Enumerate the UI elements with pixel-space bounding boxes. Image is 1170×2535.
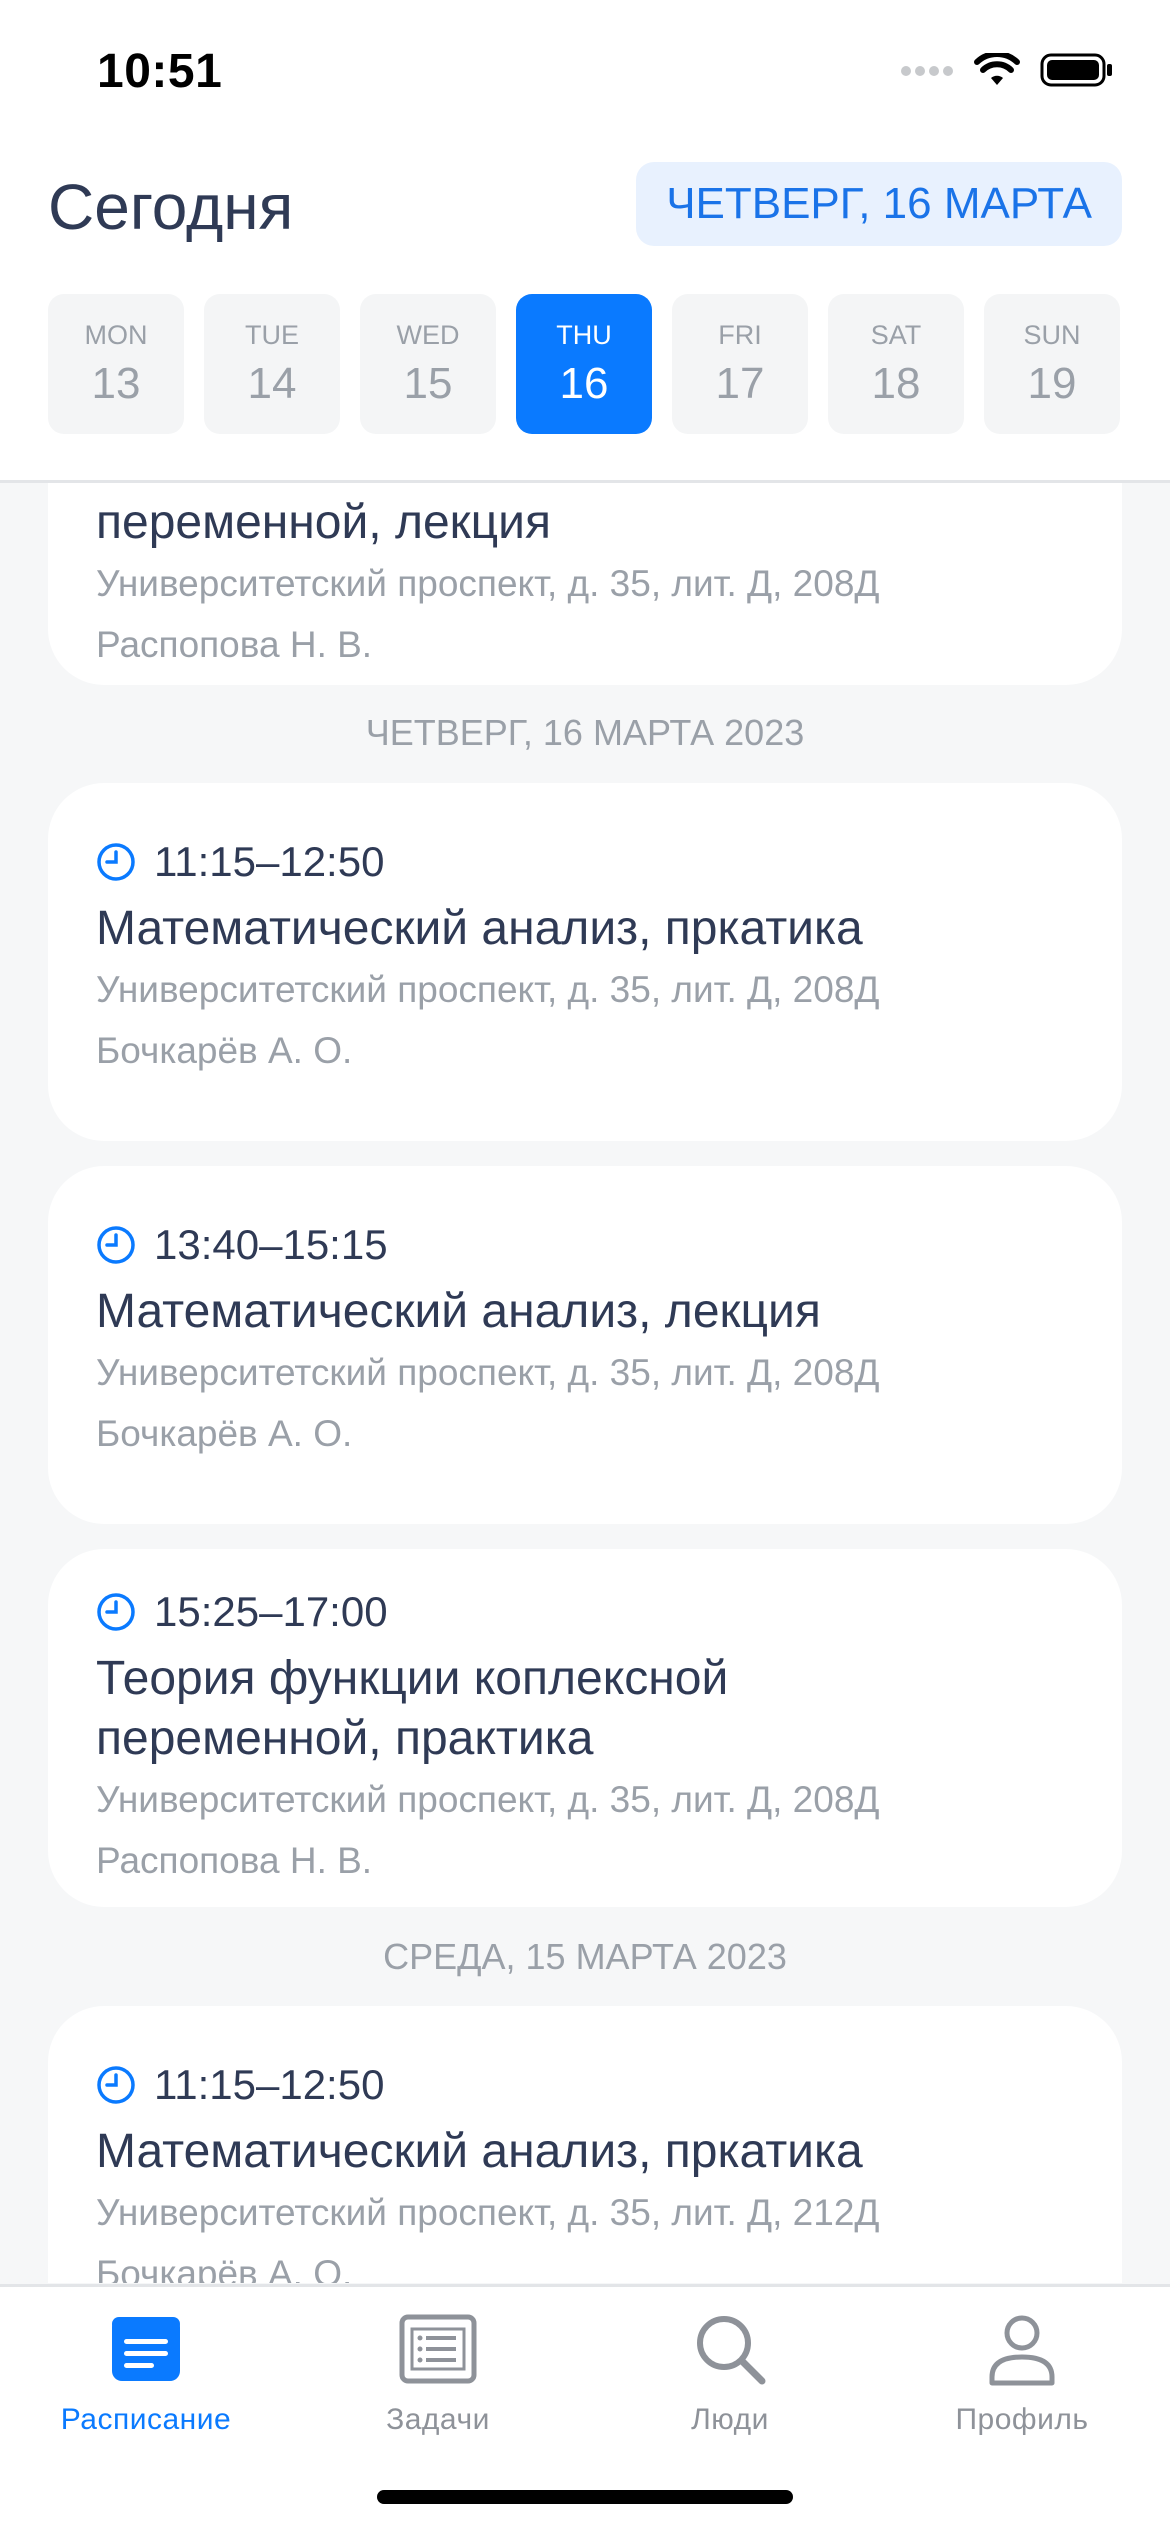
tab-label: Люди bbox=[691, 2403, 769, 2436]
lesson-time-row: 11:15–12:50 bbox=[96, 2056, 1122, 2114]
signal-icon bbox=[900, 64, 954, 82]
tab-schedule[interactable]: Расписание bbox=[0, 2309, 292, 2437]
lesson-time: 13:40–15:15 bbox=[154, 1221, 388, 1268]
lesson-location: Университетский проспект, д. 35, лит. Д,… bbox=[96, 2192, 880, 2233]
day-name: SUN bbox=[1023, 319, 1081, 350]
day-thu[interactable]: THU 16 bbox=[516, 294, 652, 434]
day-sun[interactable]: SUN 19 bbox=[984, 294, 1120, 434]
day-number: 16 bbox=[559, 358, 609, 408]
tab-tasks[interactable]: Задачи bbox=[292, 2309, 584, 2437]
day-tue[interactable]: TUE 14 bbox=[204, 294, 340, 434]
tab-label: Профиль bbox=[955, 2403, 1089, 2436]
lesson-teacher: Бочкарёв А. О. bbox=[96, 2253, 353, 2283]
title-row: Сегодня ЧЕТВЕРГ, 16 МАРТА bbox=[0, 150, 1170, 260]
lesson-subject: Математический анализ, пркатика bbox=[96, 2125, 863, 2178]
lesson-teacher: Бочкарёв А. О. bbox=[96, 1413, 353, 1454]
day-name: WED bbox=[396, 319, 460, 350]
status-bar: 10:51 bbox=[0, 0, 1170, 150]
day-number: 13 bbox=[91, 358, 141, 408]
lesson-location: Университетский проспект, д. 35, лит. Д,… bbox=[96, 1352, 880, 1393]
lesson-time-row: 11:15–12:50 bbox=[96, 833, 1122, 891]
day-name: FRI bbox=[718, 319, 762, 350]
lesson-subject-line-1: Теория функции коплексной bbox=[96, 1652, 729, 1705]
lesson-teacher: Распопова Н. В. bbox=[96, 1840, 373, 1881]
day-name: SAT bbox=[870, 319, 922, 350]
day-wed[interactable]: WED 15 bbox=[360, 294, 496, 434]
home-indicator[interactable] bbox=[377, 2490, 793, 2504]
day-number: 15 bbox=[403, 358, 453, 408]
schedule-list[interactable]: переменной, лекция Университетский просп… bbox=[0, 483, 1170, 2283]
tab-label: Задачи bbox=[386, 2403, 490, 2436]
lesson-time-row: 13:40–15:15 bbox=[96, 1216, 1122, 1274]
day-name: TUE bbox=[245, 319, 299, 350]
day-name: MON bbox=[84, 319, 148, 350]
day-number: 14 bbox=[247, 358, 297, 408]
status-time: 10:51 bbox=[97, 45, 223, 98]
lesson-time: 15:25–17:00 bbox=[154, 1588, 388, 1635]
lesson-subject: переменной, лекция bbox=[96, 496, 551, 549]
lesson-card[interactable]: 13:40–15:15 Математический анализ, лекци… bbox=[48, 1166, 1122, 1524]
status-icons bbox=[900, 51, 1114, 93]
date-header: СРЕДА, 15 МАРТА 2023 bbox=[383, 1936, 787, 1977]
day-sat[interactable]: SAT 18 bbox=[828, 294, 964, 434]
lesson-teacher: Распопова Н. В. bbox=[96, 624, 373, 665]
week-selector: MON 13 TUE 14 WED 15 THU 16 FRI 17 SAT 1… bbox=[48, 294, 1120, 434]
lesson-subject: Математический анализ, лекция bbox=[96, 1285, 821, 1338]
day-number: 19 bbox=[1027, 358, 1077, 408]
lesson-card[interactable]: переменной, лекция Университетский просп… bbox=[48, 483, 1122, 685]
day-number: 18 bbox=[871, 358, 921, 408]
tasks-icon bbox=[399, 2314, 477, 2384]
lesson-time-row: 15:25–17:00 bbox=[96, 1583, 1122, 1641]
profile-icon bbox=[989, 2315, 1055, 2386]
clock-icon bbox=[97, 1226, 135, 1264]
tab-profile[interactable]: Профиль bbox=[876, 2309, 1168, 2437]
clock-icon bbox=[97, 1593, 135, 1631]
date-header: ЧЕТВЕРГ, 16 МАРТА 2023 bbox=[365, 712, 805, 753]
clock-icon bbox=[97, 2066, 135, 2104]
lesson-location: Университетский проспект, д. 35, лит. Д,… bbox=[96, 1779, 880, 1820]
header: 10:51 Сегодня ЧЕТВЕРГ, 16 МАРТА MON 13 T… bbox=[0, 0, 1170, 483]
clock-icon bbox=[97, 843, 135, 881]
lesson-card[interactable]: 11:15–12:50 Математический анализ, пркат… bbox=[48, 2006, 1122, 2283]
schedule-icon bbox=[112, 2317, 180, 2381]
lesson-time: 11:15–12:50 bbox=[154, 838, 385, 885]
battery-icon bbox=[1040, 52, 1114, 93]
lesson-location: Университетский проспект, д. 35, лит. Д,… bbox=[96, 969, 880, 1010]
day-number: 17 bbox=[715, 358, 765, 408]
lesson-teacher: Бочкарёв А. О. bbox=[96, 1030, 353, 1071]
current-date-pill[interactable]: ЧЕТВЕРГ, 16 МАРТА bbox=[636, 162, 1122, 246]
lesson-location: Университетский проспект, д. 35, лит. Д,… bbox=[96, 563, 880, 604]
page-title: Сегодня bbox=[48, 171, 294, 243]
day-name: THU bbox=[556, 319, 612, 350]
tab-people[interactable]: Люди bbox=[584, 2309, 876, 2437]
lesson-card[interactable]: 11:15–12:50 Математический анализ, пркат… bbox=[48, 783, 1122, 1141]
wifi-icon bbox=[974, 51, 1020, 92]
day-fri[interactable]: FRI 17 bbox=[672, 294, 808, 434]
lesson-card[interactable]: 15:25–17:00 Теория функции коплексной пе… bbox=[48, 1549, 1122, 1907]
tab-label: Расписание bbox=[60, 2403, 232, 2436]
lesson-subject: Математический анализ, пркатика bbox=[96, 902, 863, 955]
lesson-time: 11:15–12:50 bbox=[154, 2061, 385, 2108]
lesson-subject-line-2: переменной, практика bbox=[96, 1712, 594, 1765]
search-icon bbox=[697, 2316, 766, 2385]
day-mon[interactable]: MON 13 bbox=[48, 294, 184, 434]
